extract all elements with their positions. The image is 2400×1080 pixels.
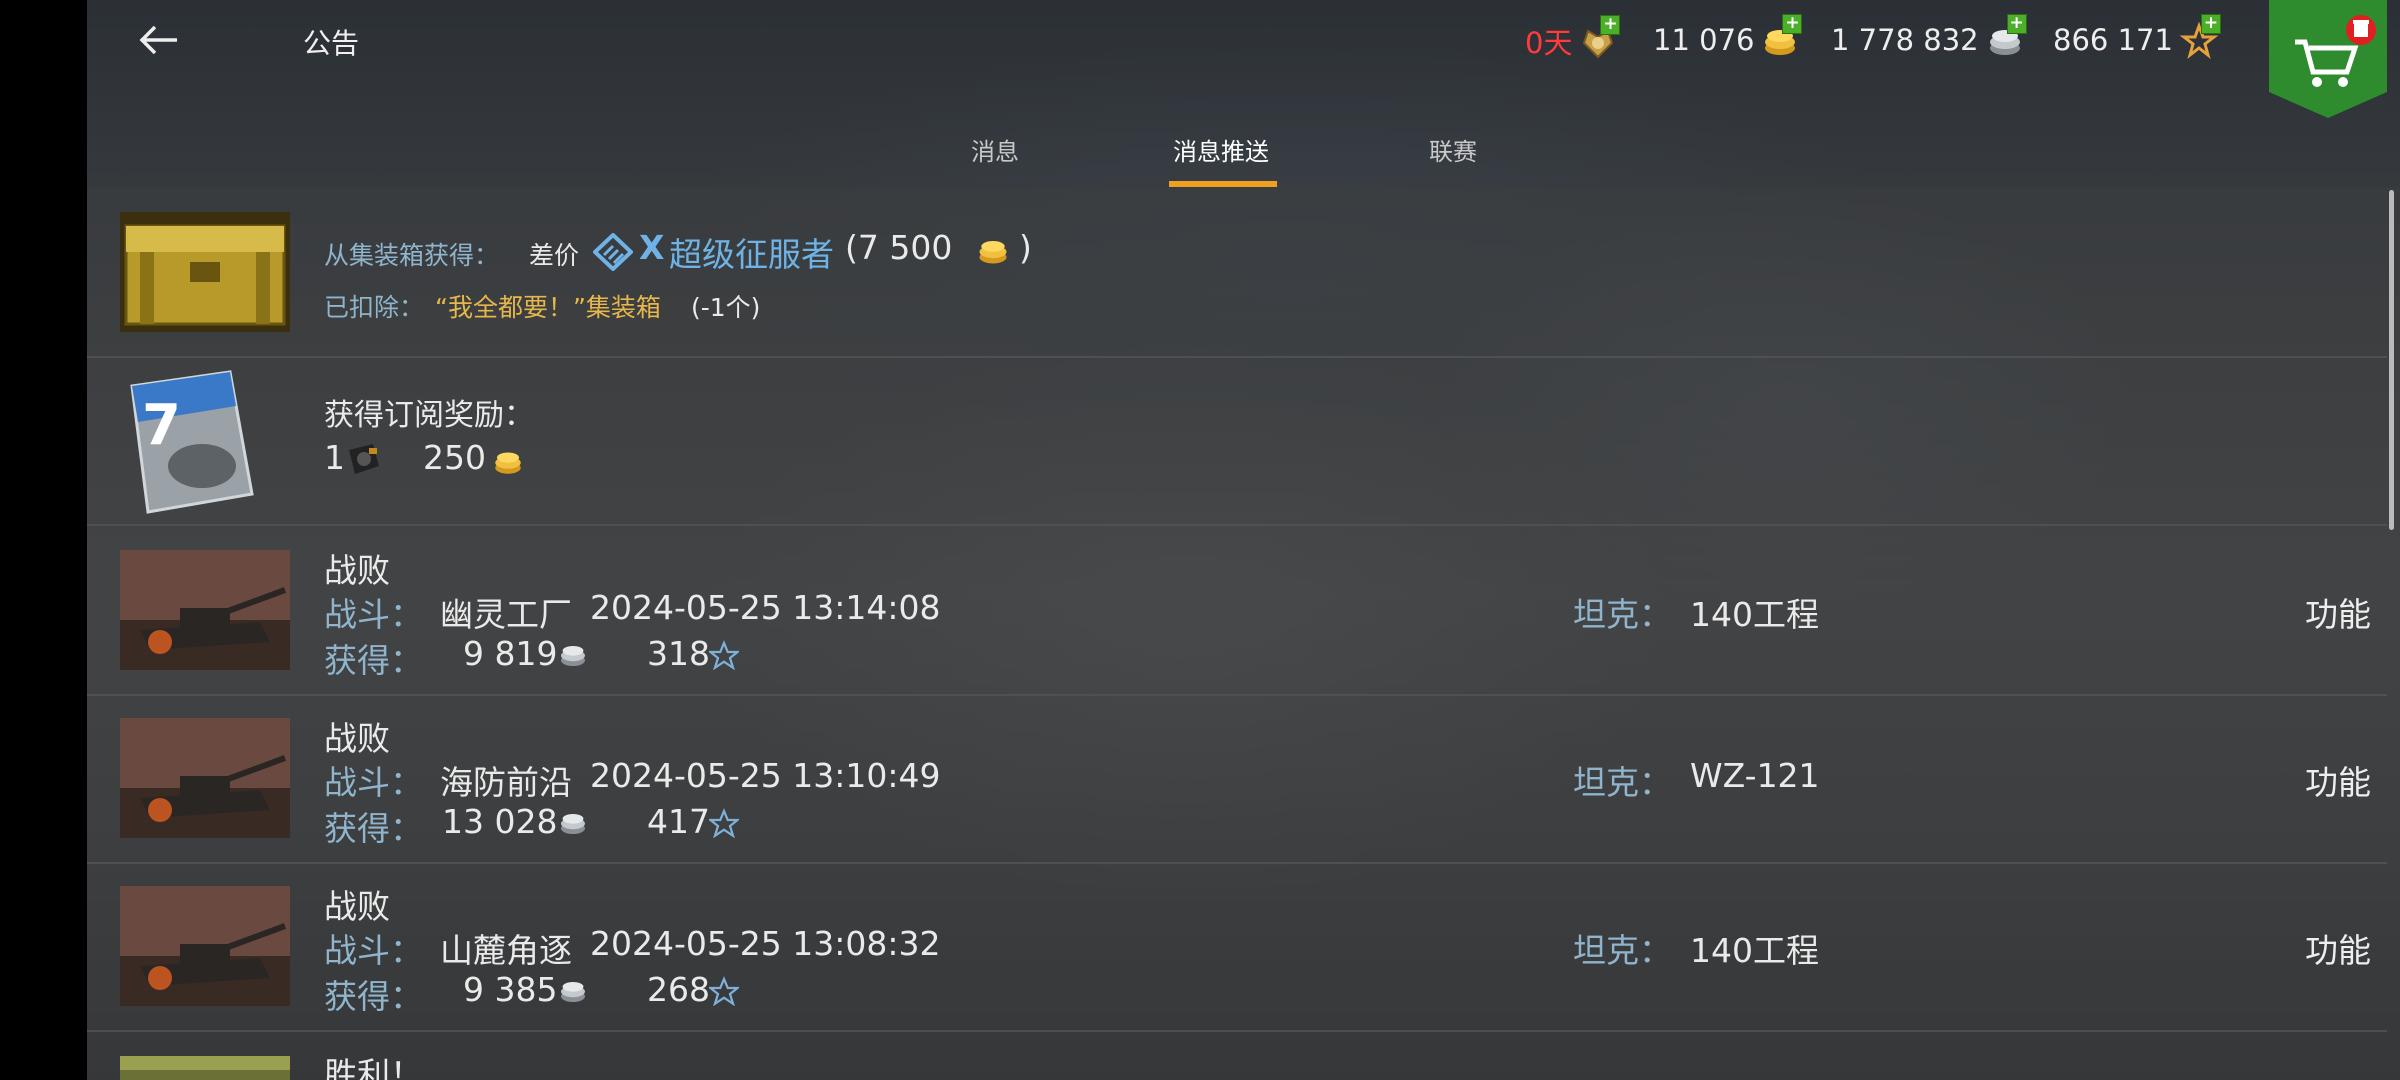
- battle-report-row[interactable]: 战败 战斗： 幽灵工厂 2024-05-25 13:14:08 获得： 9 81…: [87, 526, 2387, 696]
- tank-name: 140工程: [1690, 931, 1819, 970]
- battle-label: 战斗：: [324, 595, 423, 634]
- silver-coin-icon: [561, 646, 585, 666]
- defeat-tank-thumb: [120, 886, 290, 1006]
- function-button[interactable]: 功能: [2305, 588, 2371, 636]
- earned-xp: 268: [647, 970, 710, 1009]
- blueprint-reward-icon: [349, 444, 379, 474]
- shop-button[interactable]: [2267, 0, 2389, 118]
- premium-account-icon: +: [1578, 15, 1621, 61]
- gold-coin-icon: +: [1760, 14, 1803, 60]
- tech-tree-tier-icon: [593, 233, 633, 271]
- top-bar: 公告 0天 + 11 076 + 1 778 832 + 866 171 +: [87, 0, 2400, 118]
- xp-star-icon: [709, 976, 739, 1006]
- battle-report-row[interactable]: 胜利！: [87, 1030, 2387, 1080]
- free-xp-value: 866 171: [2053, 23, 2173, 57]
- xp-star-icon: [709, 640, 739, 670]
- earned-credits: 13 028: [442, 802, 558, 841]
- gold-coin-icon: [495, 452, 521, 474]
- tank-label: 坦克：: [1573, 595, 1672, 634]
- battle-label: 战斗：: [324, 931, 423, 970]
- container-crate-thumb: [120, 212, 290, 332]
- tank-label: 坦克：: [1573, 763, 1672, 802]
- victory-tank-thumb: [120, 1056, 290, 1080]
- battle-datetime: 2024-05-25 13:10:49: [590, 756, 941, 795]
- silver-coin-icon: [561, 814, 585, 834]
- tank-name: WZ-121: [1690, 756, 1820, 795]
- earned-xp: 417: [647, 802, 710, 841]
- reward-gold-amount: 250: [423, 438, 486, 477]
- shopping-cart-icon: [2269, 0, 2387, 118]
- battle-result: 战败: [324, 551, 390, 590]
- page-title: 公告: [303, 27, 360, 60]
- subscription-reward-title: 获得订阅奖励：: [324, 398, 534, 433]
- battle-result: 战败: [324, 719, 390, 758]
- earned-xp: 318: [647, 634, 710, 673]
- battle-report-row[interactable]: 战败 战斗： 山麓角逐 2024-05-25 13:08:32 获得： 9 38…: [87, 862, 2387, 1032]
- list-item[interactable]: 从集装箱获得： 差价 X 超级征服者 (7 500 ) 已扣除： “我全都要！”…: [87, 190, 2387, 358]
- add-free-xp-icon: +: [2200, 14, 2221, 34]
- gold-value: 11 076: [1653, 23, 1755, 57]
- earned-label: 获得：: [324, 809, 423, 848]
- reward-quantity: 1: [324, 438, 345, 477]
- scrollbar[interactable]: [2389, 190, 2394, 530]
- function-button[interactable]: 功能: [2305, 756, 2371, 804]
- battle-map: 山麓角逐: [440, 931, 572, 970]
- deducted-item: “我全都要！”集装箱: [435, 293, 661, 322]
- earned-label: 获得：: [324, 977, 423, 1016]
- compensation-amount: (7 500: [845, 228, 953, 267]
- compensation-kind: 差价: [529, 241, 580, 270]
- function-button[interactable]: 功能: [2305, 924, 2371, 972]
- premium-days[interactable]: 0天 +: [1525, 15, 1621, 62]
- gold-balance[interactable]: 11 076 +: [1653, 14, 1803, 60]
- compensation-close-paren: ): [1019, 228, 1032, 267]
- silver-value: 1 778 832: [1831, 23, 1979, 57]
- tab-league[interactable]: 联赛: [1429, 132, 1477, 167]
- free-xp-star-icon: +: [2179, 14, 2221, 60]
- battle-map: 海防前沿: [440, 763, 572, 802]
- add-silver-icon: +: [2006, 14, 2027, 34]
- deducted-label: 已扣除：: [324, 293, 425, 322]
- back-button[interactable]: [137, 18, 181, 62]
- add-gold-icon: +: [1782, 14, 1803, 34]
- battle-datetime: 2024-05-25 13:14:08: [590, 588, 941, 627]
- subscription-card-thumb: 7: [130, 370, 254, 514]
- gold-coin-icon: [979, 241, 1007, 264]
- tank-tier: X: [639, 228, 665, 267]
- battle-map: 幽灵工厂: [440, 595, 572, 634]
- back-arrow-icon: [139, 25, 177, 55]
- tank-name: 140工程: [1690, 595, 1819, 634]
- battle-datetime: 2024-05-25 13:08:32: [590, 924, 941, 963]
- active-tab-indicator: [1169, 181, 1277, 187]
- battle-result: 胜利！: [324, 1055, 423, 1080]
- game-screen: 公告 0天 + 11 076 + 1 778 832 + 866 171 + 消…: [0, 0, 2400, 1080]
- tank-label: 坦克：: [1573, 931, 1672, 970]
- earned-credits: 9 385: [463, 970, 558, 1009]
- premium-days-value: 0天: [1525, 26, 1573, 60]
- battle-result: 战败: [324, 887, 390, 926]
- earned-credits: 9 819: [463, 634, 558, 673]
- messages-screen: 公告 0天 + 11 076 + 1 778 832 + 866 171 + 消…: [87, 0, 2400, 1080]
- deducted-quantity: (-1个): [691, 293, 761, 322]
- tab-messages[interactable]: 消息: [971, 132, 1019, 167]
- screen-bezel: [0, 0, 87, 1080]
- container-source-label: 从集装箱获得：: [324, 241, 500, 270]
- defeat-tank-thumb: [120, 718, 290, 838]
- list-item[interactable]: 7 获得订阅奖励： 1 250: [87, 356, 2387, 526]
- silver-coin-icon: +: [1985, 14, 2027, 60]
- tank-name: 超级征服者: [669, 235, 834, 274]
- silver-coin-icon: [561, 982, 585, 1002]
- earned-label: 获得：: [324, 641, 423, 680]
- defeat-tank-thumb: [120, 550, 290, 670]
- subscription-card-number: 7: [142, 393, 181, 458]
- xp-star-icon: [709, 808, 739, 838]
- battle-label: 战斗：: [324, 763, 423, 802]
- tab-push-messages[interactable]: 消息推送: [1173, 132, 1269, 167]
- silver-balance[interactable]: 1 778 832 +: [1831, 14, 2027, 60]
- add-premium-icon: +: [1600, 15, 1621, 35]
- battle-report-row[interactable]: 战败 战斗： 海防前沿 2024-05-25 13:10:49 获得： 13 0…: [87, 694, 2387, 864]
- free-xp-balance[interactable]: 866 171 +: [2053, 14, 2221, 60]
